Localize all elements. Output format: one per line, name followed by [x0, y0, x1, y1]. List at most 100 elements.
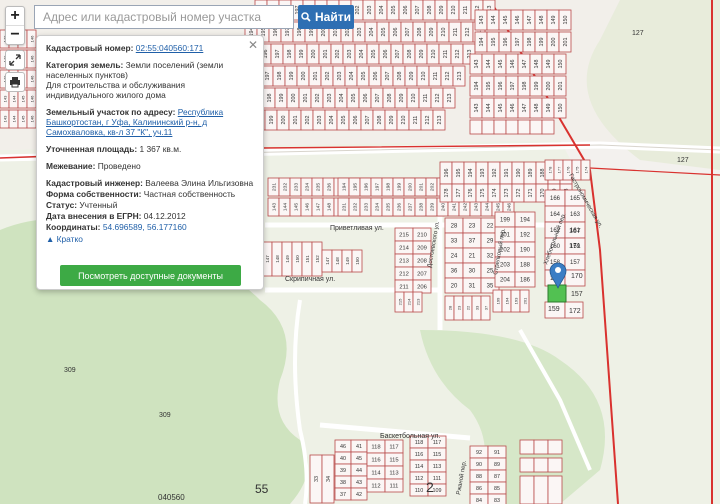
region-label-127b: 127: [677, 157, 689, 164]
parcel-label: 192: [520, 233, 531, 239]
parcel-label: 40: [340, 456, 346, 462]
parcel-label: 35: [487, 284, 494, 290]
parcel[interactable]: [533, 439, 549, 455]
parcel[interactable]: [533, 475, 549, 504]
parcel-label: 166: [550, 196, 561, 202]
parcel-label: 199: [496, 297, 501, 305]
parcel[interactable]: [519, 457, 535, 473]
parcel[interactable]: [505, 119, 519, 135]
brief-toggle[interactable]: ▲ Кратко: [46, 234, 255, 244]
close-icon[interactable]: ✕: [248, 38, 258, 52]
parcel-label: 194: [468, 169, 474, 178]
parcel[interactable]: [547, 439, 563, 455]
parcel-label: 205: [391, 6, 397, 15]
parcel-label: 210: [417, 233, 428, 239]
parcel-label: 117: [433, 440, 442, 446]
parcel-label: 149: [546, 60, 552, 69]
parcel-label: 149: [546, 104, 552, 113]
parcel-label: 109: [433, 488, 442, 494]
parcel-label: 210: [421, 72, 427, 81]
parcel-label: 199: [539, 38, 545, 47]
parcel[interactable]: [517, 119, 531, 135]
parcel-label: 146: [30, 115, 35, 123]
parcel-label: 198: [287, 50, 293, 59]
fullscreen-button[interactable]: [5, 50, 25, 70]
parcel-label: 203: [357, 28, 363, 37]
parcel[interactable]: [529, 119, 543, 135]
parcel-label: 150: [558, 60, 564, 69]
parcel-label: 143: [3, 95, 8, 103]
survey-value: Проведено: [97, 161, 141, 171]
parcel-label: 36: [451, 269, 458, 275]
parcel-label: 215: [399, 233, 409, 239]
parcel-label: 203: [327, 94, 333, 103]
parcel-label: 150: [558, 104, 564, 113]
print-button[interactable]: [5, 72, 25, 92]
zoom-out-button[interactable]: −: [6, 26, 24, 44]
search-input[interactable]: Адрес или кадастровый номер участка: [34, 5, 294, 29]
parcel-label: 202: [325, 72, 331, 81]
parcel-label: 90: [476, 462, 482, 468]
parcel-label: 210: [451, 6, 457, 15]
parcel-label: 171: [528, 189, 534, 198]
parcel-label: 89: [494, 462, 500, 468]
parcel-label: 206: [363, 94, 369, 103]
parcel-label: 195: [486, 82, 492, 91]
plot-label: 170: [571, 273, 583, 280]
parcel[interactable]: [547, 475, 563, 504]
parcel-label: 208: [417, 259, 427, 265]
cadastral-number-link[interactable]: 02:55:040560:171: [136, 43, 204, 53]
parcel-label: 190: [516, 169, 522, 178]
parcel-label: 195: [353, 183, 359, 191]
parcel-label: 20: [451, 284, 458, 290]
parcel-label: 144: [12, 95, 17, 103]
parcel-label: 112: [371, 484, 380, 490]
parcel-label: 143: [3, 115, 8, 123]
parcel[interactable]: [533, 457, 549, 473]
search-button[interactable]: Найти: [298, 5, 354, 29]
parcel-label: 84: [476, 498, 482, 504]
parcel-label: 199: [299, 50, 305, 59]
parcel-label: 116: [415, 452, 424, 458]
parcel-label: 206: [393, 28, 399, 37]
parcel-label: 206: [383, 50, 389, 59]
view-documents-button[interactable]: Посмотреть доступные документы: [60, 265, 241, 286]
parcel-label: 207: [365, 116, 371, 125]
parcel-label: 146: [515, 16, 521, 25]
coordinates-value[interactable]: 54.696589, 56.177160: [103, 222, 187, 232]
area-label: Уточненная площадь:: [46, 144, 138, 154]
parcel-label: 151: [305, 255, 310, 263]
parcel[interactable]: [493, 119, 507, 135]
parcel-label: 22: [487, 224, 494, 230]
parcel[interactable]: [519, 475, 535, 504]
parcel-label: 145: [21, 95, 26, 103]
parcel-label: 21: [469, 254, 476, 260]
zoom-in-button[interactable]: +: [6, 7, 24, 26]
parcel-label: 191: [504, 169, 510, 178]
parcel-label: 206: [353, 116, 359, 125]
parcel-label: 209: [419, 50, 425, 59]
parcel-label: 146: [305, 203, 311, 211]
area-value: 1 367 кв.м.: [139, 144, 182, 154]
parcel[interactable]: [469, 119, 483, 135]
parcel-label: 204: [500, 278, 511, 284]
parcel[interactable]: [547, 457, 563, 473]
parcel[interactable]: [541, 119, 555, 135]
parcel-label: 208: [407, 50, 413, 59]
parcel[interactable]: [481, 119, 495, 135]
zone-label-55: 55: [255, 482, 269, 496]
parcel-label: 178: [444, 189, 450, 198]
zone-label-2: 2: [426, 479, 434, 495]
parcel-label: 42: [356, 492, 362, 498]
selected-parcel[interactable]: [547, 284, 567, 303]
parcel-label: 207: [417, 272, 427, 278]
parcel-label: 206: [403, 6, 409, 15]
egrn-date-value: 04.12.2012: [143, 211, 186, 221]
engineer-label: Кадастровый инженер:: [46, 178, 143, 188]
parcel-label: 23: [469, 224, 476, 230]
parcel[interactable]: [519, 439, 535, 455]
parcel-label: 197: [515, 38, 521, 47]
parcel-label: 165: [570, 196, 581, 202]
parcel-label: 145: [498, 60, 504, 69]
parcel-label: 116: [371, 458, 380, 464]
